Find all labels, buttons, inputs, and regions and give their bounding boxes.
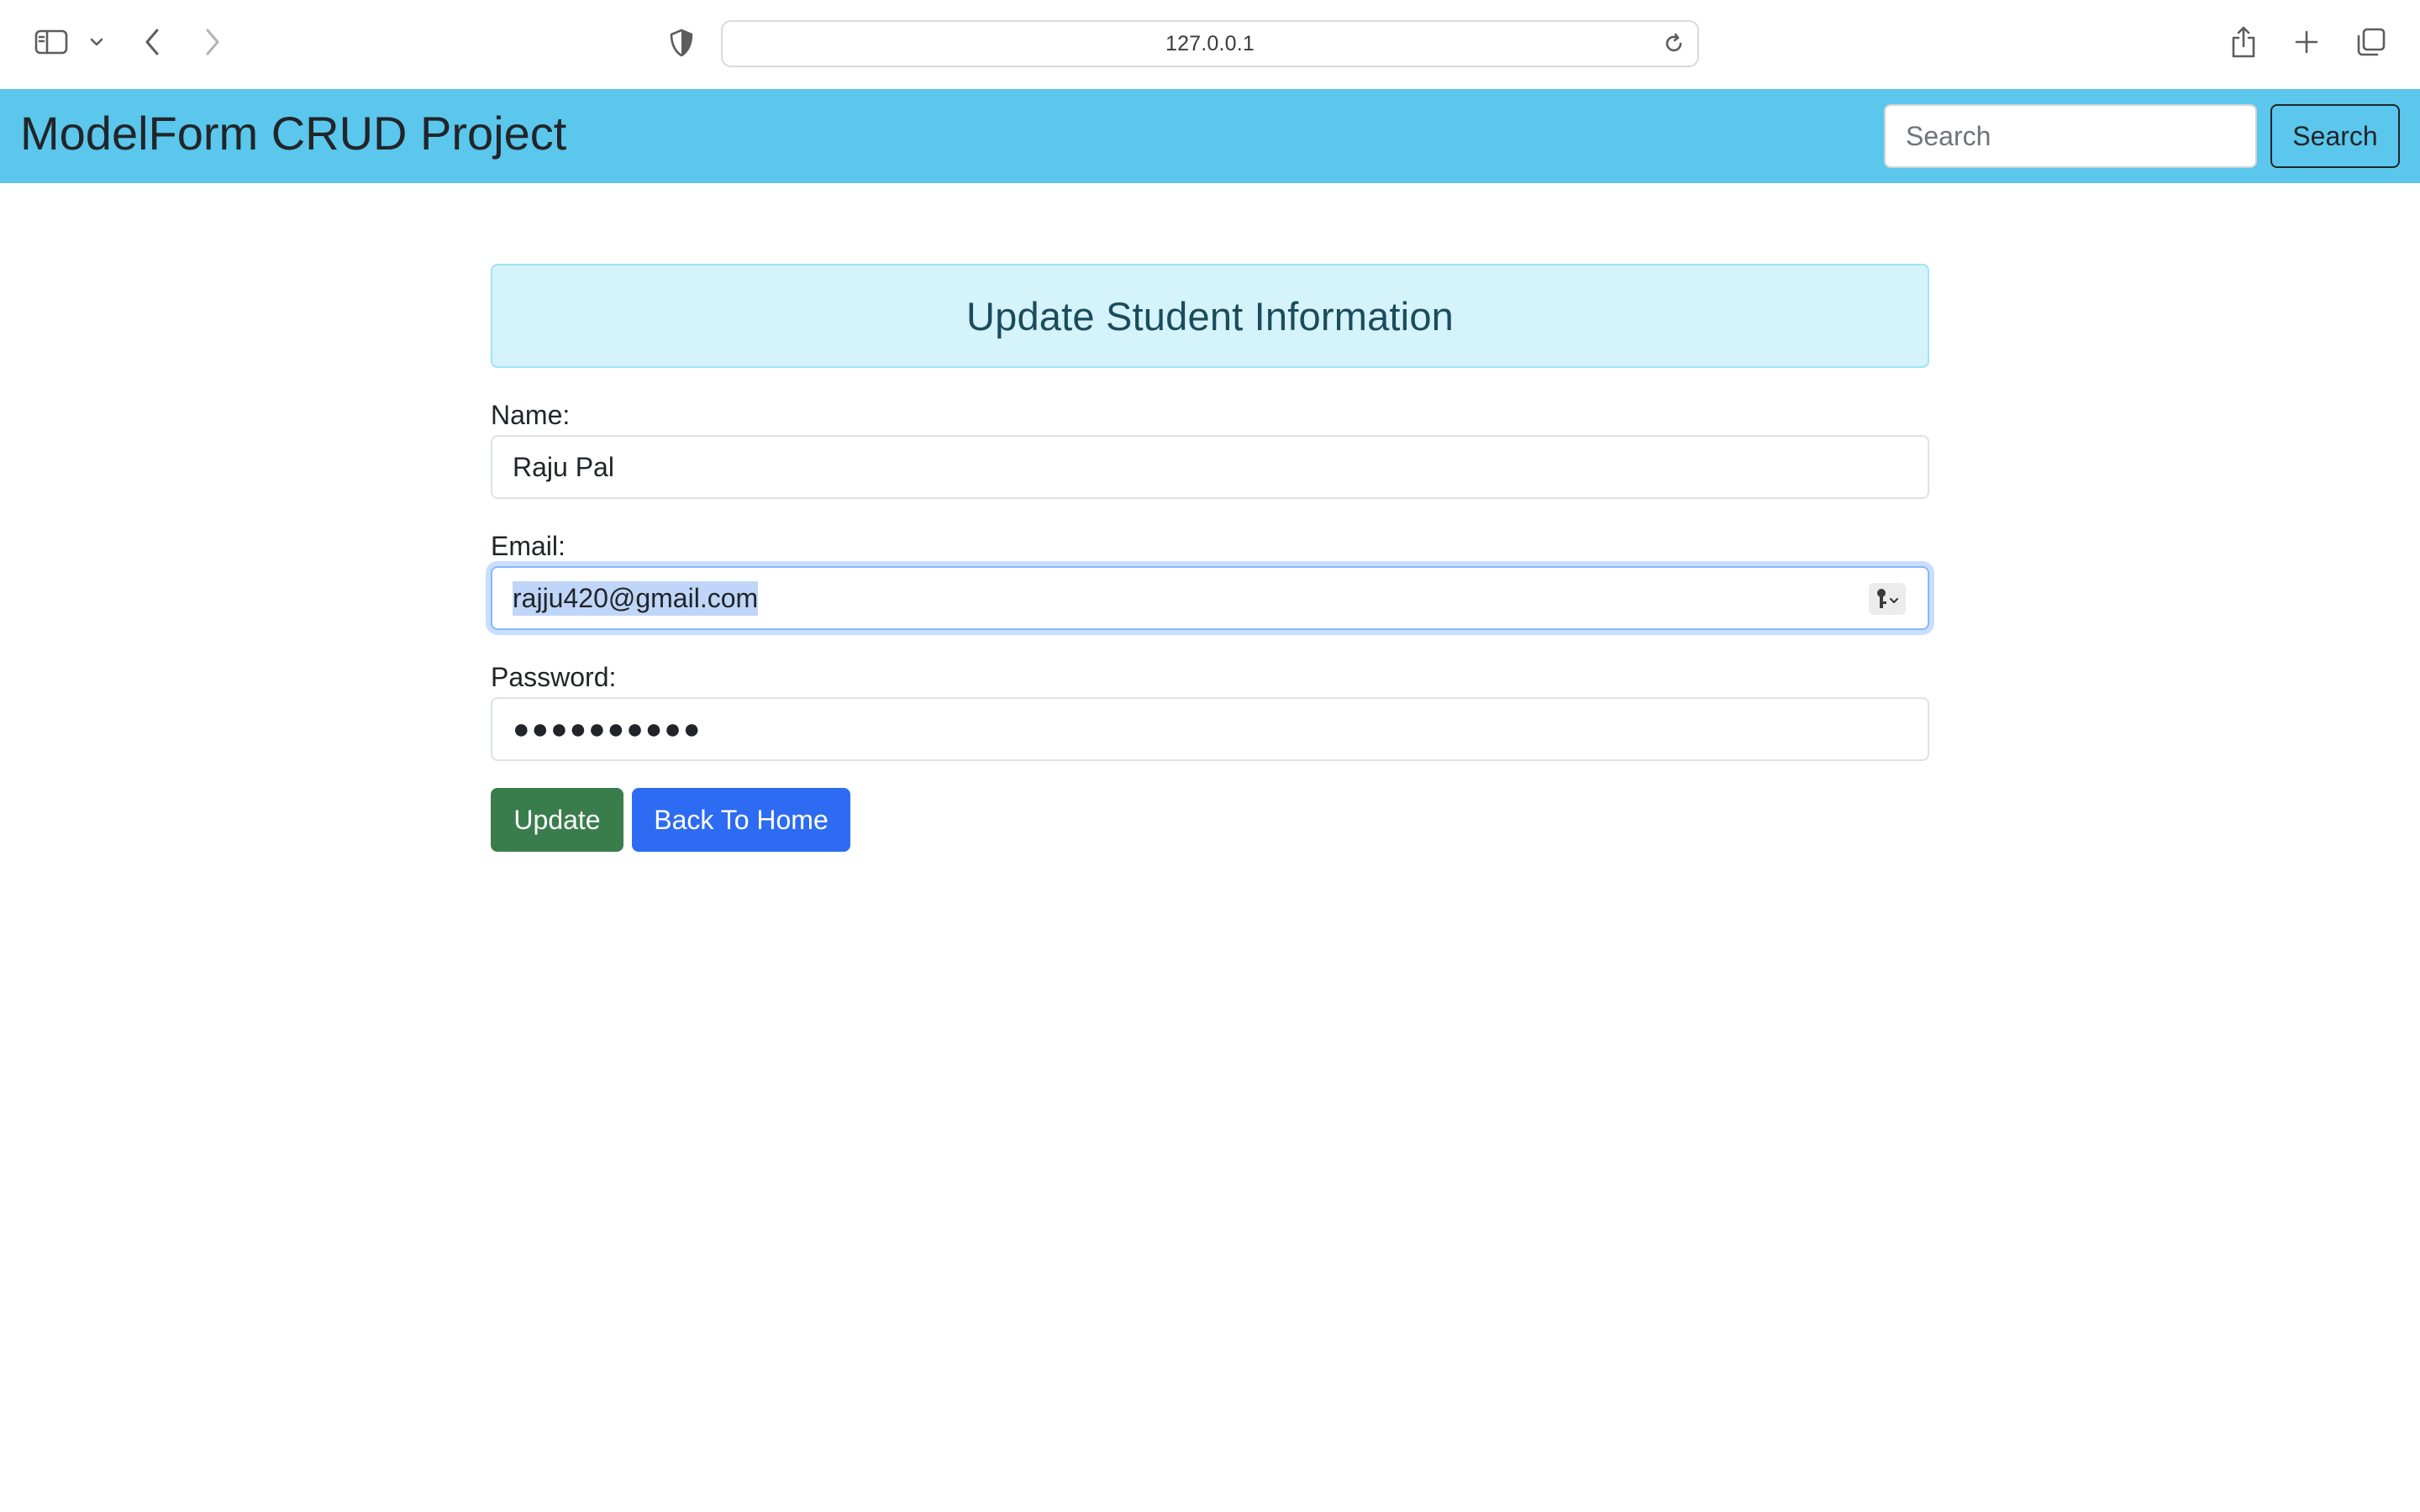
chevron-down-icon[interactable] (87, 34, 106, 50)
brand-title[interactable]: ModelForm CRUD Project (20, 106, 566, 161)
search-input[interactable] (1884, 104, 2257, 168)
shield-icon[interactable] (667, 27, 696, 59)
sidebar-icon[interactable] (34, 27, 69, 57)
key-icon[interactable] (1869, 583, 1906, 615)
share-icon[interactable] (2228, 24, 2259, 60)
search-button[interactable]: Search (2270, 104, 2400, 168)
browser-toolbar: 127.0.0.1 (0, 0, 2420, 89)
reload-icon[interactable] (1662, 32, 1686, 60)
email-field[interactable]: rajju420@gmail.com (491, 566, 1929, 630)
plus-icon[interactable] (2292, 27, 2321, 57)
password-label: Password: (491, 662, 617, 692)
email-label: Email: (491, 531, 566, 561)
email-value: rajju420@gmail.com (513, 580, 759, 616)
password-field[interactable]: ●●●●●●●●●● (491, 697, 1929, 761)
back-icon[interactable] (139, 25, 165, 59)
page-title: Update Student Information (965, 293, 1454, 339)
tabs-icon[interactable] (2354, 25, 2388, 59)
form-heading-box: Update Student Information (491, 264, 1929, 368)
name-field[interactable]: Raju Pal (491, 435, 1929, 499)
navbar: ModelForm CRUD Project Search (0, 89, 2420, 183)
name-value: Raju Pal (513, 451, 614, 482)
address-bar[interactable]: 127.0.0.1 (721, 20, 1699, 67)
update-button[interactable]: Update (491, 788, 623, 852)
back-to-home-button[interactable]: Back To Home (632, 788, 850, 852)
url-text: 127.0.0.1 (1165, 31, 1255, 55)
name-label: Name: (491, 400, 571, 430)
forward-icon[interactable] (200, 25, 225, 59)
password-value: ●●●●●●●●●● (513, 712, 702, 745)
